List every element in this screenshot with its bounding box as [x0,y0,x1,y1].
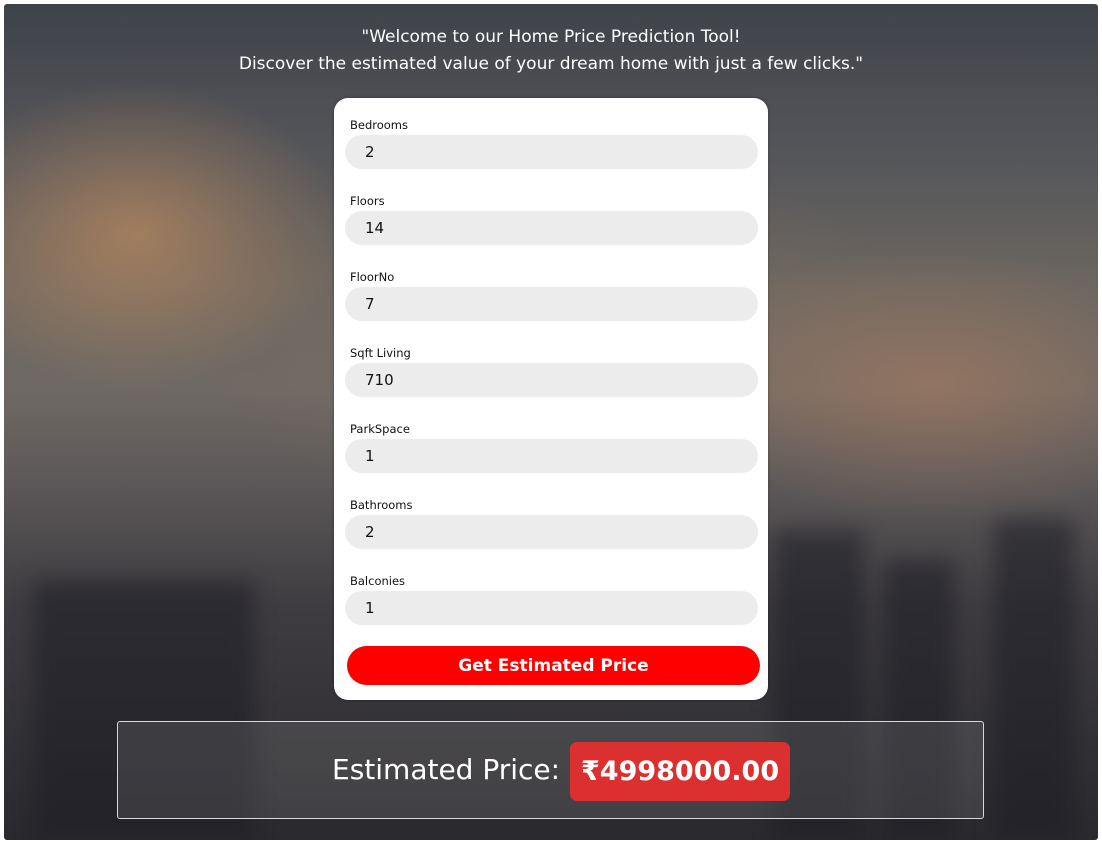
bathrooms-label: Bathrooms [350,498,413,512]
result-panel: Estimated Price: ₹4998000.00 [117,721,984,819]
background-building [994,520,1074,840]
balconies-input[interactable] [345,591,758,625]
estimated-price-value: ₹4998000.00 [570,742,791,801]
balconies-label: Balconies [350,574,406,588]
parkspace-label: ParkSpace [350,422,410,436]
welcome-line-2: Discover the estimated value of your dre… [238,54,864,74]
get-estimated-price-button[interactable]: Get Estimated Price [347,646,760,685]
floors-input[interactable] [345,211,758,245]
sqft-living-label: Sqft Living [350,346,411,360]
parkspace-input[interactable] [345,439,758,473]
bedrooms-input[interactable] [345,135,758,169]
bedrooms-label: Bedrooms [350,118,409,132]
sqft-living-input[interactable] [345,363,758,397]
welcome-line-1: "Welcome to our Home Price Prediction To… [361,27,741,47]
bathrooms-input[interactable] [345,515,758,549]
estimated-price-label: Estimated Price: [332,753,561,786]
prediction-form: Bedrooms Floors FloorNo Sqft Living Park… [334,98,768,700]
welcome-message: "Welcome to our Home Price Prediction To… [0,24,1102,78]
floors-label: Floors [350,194,385,208]
floorno-input[interactable] [345,287,758,321]
floorno-label: FloorNo [350,270,395,284]
